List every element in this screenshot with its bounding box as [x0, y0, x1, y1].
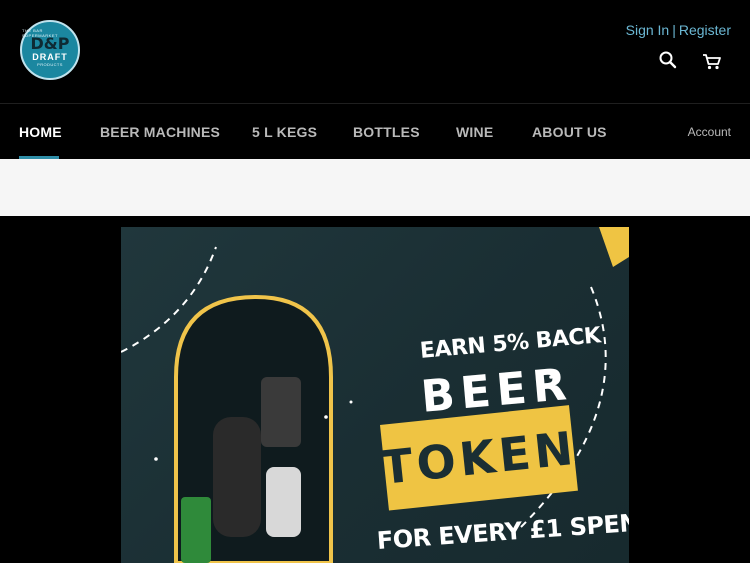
- register-link[interactable]: Register: [679, 22, 731, 38]
- logo-name: DRAFT: [32, 51, 68, 62]
- star-dot: [154, 457, 158, 461]
- logo-sub-text: PRODUCTS: [37, 61, 63, 67]
- search-icon[interactable]: [656, 48, 680, 72]
- auth-separator: |: [672, 22, 676, 38]
- announcement-band: [0, 159, 750, 216]
- nav-bottles[interactable]: BOTTLES: [353, 124, 420, 140]
- green-keg-shape: [181, 497, 211, 563]
- logo-top-text: THE BAR SUPERMARKET: [22, 28, 58, 38]
- star-dot: [349, 400, 353, 404]
- account-link[interactable]: Account: [688, 125, 731, 139]
- nav-wine[interactable]: WINE: [456, 124, 493, 140]
- hero-banner[interactable]: EARN 5% BACK BEER TOKEN FOR EVERY £1 SPE…: [121, 227, 629, 563]
- hero-token-text: TOKEN: [378, 420, 580, 495]
- main-navigation: HOME BEER MACHINES 5 L KEGS BOTTLES WINE…: [0, 104, 750, 159]
- nav-5l-kegs[interactable]: 5 L KEGS: [252, 124, 317, 140]
- corner-accent: [599, 227, 629, 267]
- account-links: Sign In | Register: [626, 22, 731, 38]
- nav-beer-machines[interactable]: BEER MACHINES: [100, 124, 220, 140]
- sign-in-link[interactable]: Sign In: [626, 22, 670, 38]
- machine-box-shape: [261, 377, 301, 447]
- hero-section: EARN 5% BACK BEER TOKEN FOR EVERY £1 SPE…: [0, 216, 750, 563]
- nav-about-us[interactable]: ABOUT US: [532, 124, 607, 140]
- beer-machine-shape: [213, 417, 261, 537]
- site-header: THE BAR SUPERMARKET D&P DRAFT PRODUCTS S…: [0, 0, 750, 104]
- star-dot: [324, 415, 328, 419]
- keg-shape: [266, 467, 301, 537]
- cart-icon[interactable]: [700, 50, 724, 74]
- nav-home[interactable]: HOME: [19, 124, 62, 140]
- brand-logo[interactable]: THE BAR SUPERMARKET D&P DRAFT PRODUCTS: [20, 20, 80, 80]
